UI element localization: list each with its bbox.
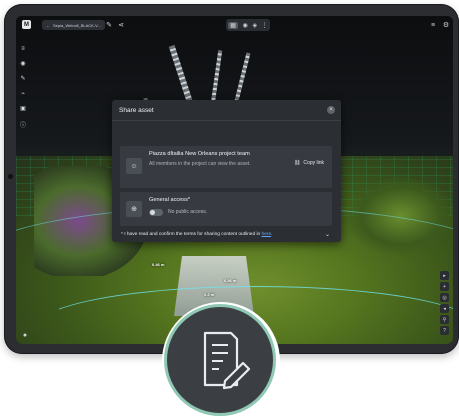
ruler-icon[interactable]: ✎ <box>104 20 114 30</box>
dialog-header: Share asset × <box>112 100 341 121</box>
user-avatar-icon[interactable]: ● <box>20 330 30 340</box>
team-icon: ☺ <box>126 158 142 174</box>
left-toolbar: ≡ ◉ ✎ ⌁ ▣ ⓘ <box>16 46 30 146</box>
general-access-title: General access* <box>149 197 191 203</box>
gear-icon[interactable]: ⚙ <box>441 20 451 30</box>
file-name: Sepia_Wetmill_BLACK-V... <box>53 22 101 28</box>
public-access-label: No public access. <box>168 209 208 215</box>
terms-link[interactable]: here <box>262 232 272 237</box>
copy-link-label: Copy link <box>303 160 324 166</box>
layers-icon[interactable]: ◈ <box>252 22 257 29</box>
project-team-card: ☺ Piazza dItailia New Orleans project te… <box>120 146 332 188</box>
tag-icon[interactable]: ⌁ <box>21 90 25 97</box>
terms-text-row: * I have read and confirm the terms for … <box>121 232 272 237</box>
document-edit-icon <box>203 331 251 390</box>
compass-icon[interactable]: ◎ <box>440 293 449 302</box>
share-icon[interactable]: ⋖ <box>116 20 126 30</box>
3d-view-icon[interactable]: ◉ <box>243 22 248 29</box>
share-asset-dialog: Share asset × ☺ Piazza dItailia New Orle… <box>112 100 341 242</box>
person-icon[interactable]: ⚲ <box>440 315 449 324</box>
info-icon[interactable]: ⓘ <box>20 120 26 129</box>
tablet-frame: 0.46 m 0.2 m 0.36 m M ← Sepia_Wetmill_BL… <box>4 4 459 354</box>
copy-link-button[interactable]: ⛓ Copy link <box>294 160 324 166</box>
app-logo[interactable]: M <box>22 20 31 29</box>
team-description: All members in the project can view the … <box>149 161 251 167</box>
right-toolbar: ▸ + ◎ ◂ ⚲ ? <box>440 271 449 335</box>
chevron-down-icon[interactable]: ⌄ <box>325 231 330 238</box>
front-camera <box>8 174 13 179</box>
grid-view-icon[interactable]: ▦ <box>228 21 238 29</box>
public-access-toggle[interactable] <box>149 209 163 216</box>
general-access-card: ⊕ General access* No public access. <box>120 192 332 226</box>
share-feature-badge <box>164 304 276 416</box>
terms-suffix: . <box>271 232 273 237</box>
arrow-left-icon[interactable]: ← <box>46 23 50 28</box>
view-mode-group: ▦ ◉ ◈ ⋮ <box>226 19 270 31</box>
settings-sliders-icon[interactable]: ≡ <box>428 20 438 30</box>
top-toolbar: M ← Sepia_Wetmill_BLACK-V... ✎ ⋖ ▦ ◉ ◈ ⋮… <box>16 16 453 34</box>
file-selector[interactable]: ← Sepia_Wetmill_BLACK-V... <box>42 20 105 30</box>
terms-text: * I have read and confirm the terms for … <box>121 232 261 237</box>
crosshair-icon[interactable]: + <box>440 282 449 291</box>
link-icon: ⛓ <box>294 160 301 166</box>
zoom-icon[interactable]: ▸ <box>440 271 449 280</box>
dialog-title: Share asset <box>119 106 154 114</box>
view-icon[interactable]: ◉ <box>20 60 25 67</box>
more-icon[interactable]: ⋮ <box>262 22 268 29</box>
measure-icon[interactable]: ◂ <box>440 304 449 313</box>
edit-icon[interactable]: ✎ <box>20 75 25 82</box>
layers-icon[interactable]: ▣ <box>20 105 26 112</box>
close-icon[interactable]: × <box>327 106 335 114</box>
globe-icon: ⊕ <box>126 201 142 217</box>
team-name: Piazza dItailia New Orleans project team <box>149 151 250 157</box>
help-icon[interactable]: ? <box>440 326 449 335</box>
menu-icon[interactable]: ≡ <box>21 46 25 52</box>
